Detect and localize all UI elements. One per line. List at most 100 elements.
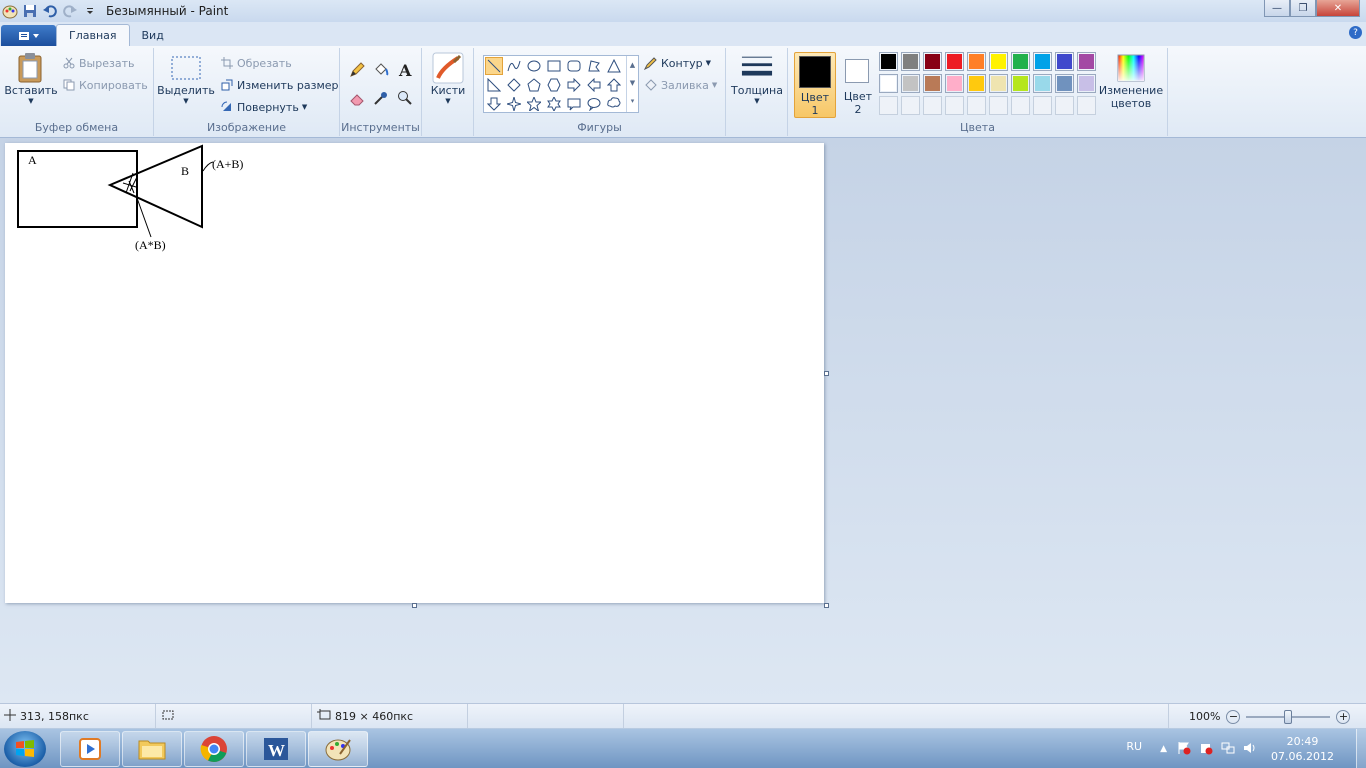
palette-color-swatch[interactable] — [1055, 52, 1074, 71]
brushes-button[interactable]: Кисти ▼ — [430, 52, 466, 105]
palette-color-swatch[interactable] — [989, 52, 1008, 71]
security-alert-icon[interactable] — [1199, 741, 1213, 758]
shape-line[interactable] — [485, 57, 503, 75]
taskbar-word[interactable]: W — [246, 731, 306, 767]
palette-color-swatch[interactable] — [901, 74, 920, 93]
custom-color-slot[interactable] — [1077, 96, 1096, 115]
shape-oval[interactable] — [525, 57, 543, 75]
action-center-flag-icon[interactable] — [1177, 741, 1191, 758]
palette-color-swatch[interactable] — [1033, 52, 1052, 71]
tab-view[interactable]: Вид — [130, 24, 176, 46]
custom-color-slot[interactable] — [945, 96, 964, 115]
maximize-button[interactable]: ❐ — [1290, 0, 1316, 17]
color1-button[interactable]: Цвет 1 — [794, 52, 836, 118]
start-button[interactable] — [4, 731, 46, 767]
shape-up-arrow[interactable] — [605, 76, 623, 94]
shape-six-point-star[interactable] — [545, 95, 563, 113]
shape-right-arrow[interactable] — [565, 76, 583, 94]
custom-color-slot[interactable] — [923, 96, 942, 115]
show-hidden-icons-icon[interactable]: ▲ — [1160, 744, 1167, 754]
taskbar-chrome[interactable] — [184, 731, 244, 767]
shape-curve[interactable] — [505, 57, 523, 75]
resize-handle-corner[interactable] — [824, 603, 829, 608]
palette-color-swatch[interactable] — [879, 74, 898, 93]
save-icon[interactable] — [22, 3, 38, 19]
shape-hexagon[interactable] — [545, 76, 563, 94]
palette-color-swatch[interactable] — [923, 74, 942, 93]
custom-color-slot[interactable] — [901, 96, 920, 115]
palette-color-swatch[interactable] — [1011, 74, 1030, 93]
color2-button[interactable]: Цвет 2 — [840, 52, 876, 118]
resize-button[interactable]: Изменить размер — [220, 78, 339, 92]
custom-color-slot[interactable] — [1055, 96, 1074, 115]
magnifier-tool[interactable] — [395, 88, 415, 108]
eraser-tool[interactable] — [347, 88, 367, 108]
zoom-slider-thumb[interactable] — [1284, 709, 1293, 724]
zoom-out-button[interactable]: − — [1226, 709, 1241, 724]
shape-rounded-callout[interactable] — [565, 95, 583, 113]
shapes-scroll[interactable]: ▲ ▼ ▾ — [626, 56, 638, 112]
palette-color-swatch[interactable] — [1077, 74, 1096, 93]
palette-color-swatch[interactable] — [1011, 52, 1030, 71]
custom-color-slot[interactable] — [1033, 96, 1052, 115]
shape-down-arrow[interactable] — [485, 95, 503, 113]
shape-triangle[interactable] — [605, 57, 623, 75]
shape-right-triangle[interactable] — [485, 76, 503, 94]
size-button[interactable]: Толщина ▼ — [731, 52, 783, 105]
shape-five-point-star[interactable] — [525, 95, 543, 113]
work-area[interactable]: A B (A+B) (A*B) — [0, 138, 1366, 703]
palette-color-swatch[interactable] — [1055, 74, 1074, 93]
redo-icon[interactable] — [62, 3, 78, 19]
paint-app-icon[interactable] — [2, 3, 18, 19]
tab-home[interactable]: Главная — [56, 24, 130, 46]
palette-color-swatch[interactable] — [879, 52, 898, 71]
shape-rounded-rectangle[interactable] — [565, 57, 583, 75]
palette-color-swatch[interactable] — [1033, 74, 1052, 93]
pencil-tool[interactable] — [347, 60, 367, 80]
taskbar-paint[interactable] — [308, 731, 368, 767]
minimize-button[interactable]: — — [1264, 0, 1290, 17]
color-picker-tool[interactable] — [371, 88, 391, 108]
network-icon[interactable] — [1221, 741, 1235, 758]
shape-rectangle[interactable] — [545, 57, 563, 75]
paint-menu-button[interactable] — [1, 25, 56, 46]
shape-left-arrow[interactable] — [585, 76, 603, 94]
volume-icon[interactable] — [1243, 741, 1257, 758]
palette-color-swatch[interactable] — [1077, 52, 1096, 71]
resize-handle-right[interactable] — [824, 371, 829, 376]
fill-button[interactable]: Заливка ▼ — [644, 78, 717, 92]
custom-color-slot[interactable] — [989, 96, 1008, 115]
palette-color-swatch[interactable] — [989, 74, 1008, 93]
text-tool[interactable]: A — [395, 60, 415, 80]
palette-color-swatch[interactable] — [945, 74, 964, 93]
zoom-slider[interactable] — [1246, 709, 1331, 724]
palette-color-swatch[interactable] — [923, 52, 942, 71]
shape-pentagon[interactable] — [525, 76, 543, 94]
close-button[interactable]: ✕ — [1316, 0, 1360, 17]
customize-qat-dropdown-icon[interactable] — [82, 3, 98, 19]
copy-button[interactable]: Копировать — [62, 78, 148, 92]
shape-oval-callout[interactable] — [585, 95, 603, 113]
undo-icon[interactable] — [42, 3, 58, 19]
shape-diamond[interactable] — [505, 76, 523, 94]
edit-colors-button[interactable]: Изменение цветов — [1098, 52, 1164, 110]
zoom-in-button[interactable]: + — [1336, 709, 1351, 724]
custom-color-slot[interactable] — [1011, 96, 1030, 115]
show-desktop-button[interactable] — [1356, 729, 1366, 768]
shape-four-point-star[interactable] — [505, 95, 523, 113]
taskbar-media-player[interactable] — [60, 731, 120, 767]
custom-color-slot[interactable] — [879, 96, 898, 115]
paste-button[interactable]: Вставить ▼ — [4, 52, 58, 105]
clock[interactable]: 20:49 07.06.2012 — [1271, 734, 1334, 764]
palette-color-swatch[interactable] — [945, 52, 964, 71]
drawing-canvas[interactable]: A B (A+B) (A*B) — [5, 143, 824, 603]
custom-color-slot[interactable] — [967, 96, 986, 115]
taskbar-explorer[interactable] — [122, 731, 182, 767]
outline-button[interactable]: Контур ▼ — [644, 56, 711, 70]
help-icon[interactable]: ? — [1349, 26, 1362, 39]
rotate-button[interactable]: Повернуть ▼ — [220, 100, 307, 114]
palette-color-swatch[interactable] — [967, 74, 986, 93]
shape-polygon[interactable] — [585, 57, 603, 75]
cut-button[interactable]: Вырезать — [62, 56, 134, 70]
fill-tool[interactable] — [371, 60, 391, 80]
